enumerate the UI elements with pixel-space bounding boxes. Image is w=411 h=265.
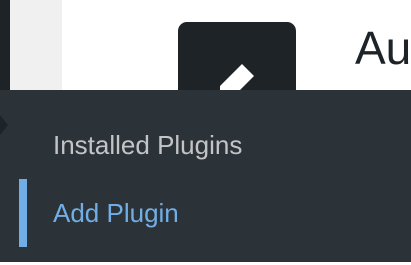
plugins-submenu-flyout [0,90,411,262]
plugin-title: Au [355,22,411,74]
active-indicator [19,179,27,247]
flyout-pointer [0,115,8,135]
submenu-item-add-plugin[interactable]: Add Plugin [53,197,179,229]
submenu-item-installed-plugins[interactable]: Installed Plugins [53,129,242,161]
